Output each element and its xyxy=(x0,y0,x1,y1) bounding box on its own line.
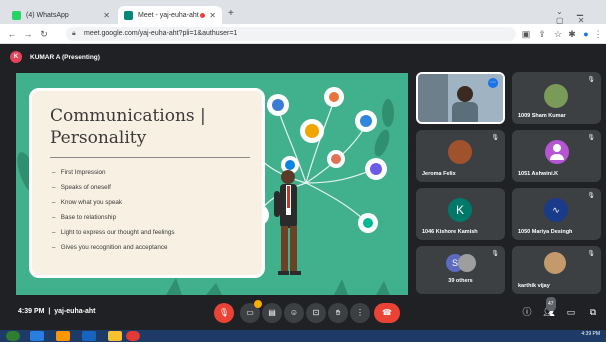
tab-label: (4) WhatsApp xyxy=(26,11,69,19)
participant-name: Jeroma Felix xyxy=(422,171,456,177)
mic-off-icon: 🎙︎ xyxy=(491,251,499,257)
participant-name: 39 others xyxy=(448,278,473,284)
participant-tile[interactable]: ∿ 🎙︎ 1050 Mariya Desingh xyxy=(512,188,601,240)
end-call-icon[interactable]: ☎︎ xyxy=(374,303,400,323)
raise-hand-icon[interactable]: ✋︎ xyxy=(328,303,348,323)
slide-bullet: – Gives you recognition and acceptance xyxy=(52,244,168,251)
back-icon[interactable]: ← xyxy=(6,28,18,40)
mic-off-icon: 🎙︎ xyxy=(587,193,595,199)
slide-bullet: – Base to relationship xyxy=(52,214,117,221)
activities-icon[interactable]: ⧉ xyxy=(586,305,600,319)
participant-name: 1051 Ashwini.K xyxy=(518,171,559,177)
address-bar: ← → ↻ 🔒︎ meet.google.com/yaj-euha-aht?pl… xyxy=(0,24,606,44)
camera-icon[interactable]: ▭ xyxy=(240,300,262,323)
participant-tile[interactable]: 🎙︎ karthik vijay xyxy=(512,246,601,294)
participant-name: 1046 Kishore Kamish xyxy=(422,229,478,235)
lock-icon: 🔒︎ xyxy=(72,30,76,37)
system-clock: 4:39 PM xyxy=(581,331,600,337)
tab-label: Meet - yaj-euha-aht xyxy=(138,11,199,19)
participant-tile-self-video[interactable]: ⋯ xyxy=(416,72,505,124)
mic-off-icon: 🎙︎ xyxy=(587,77,595,83)
participant-photo xyxy=(544,252,566,274)
share-icon[interactable]: ⇪ xyxy=(536,28,548,40)
camera-indicator-icon[interactable]: ▣ xyxy=(520,28,532,40)
separator: | xyxy=(48,308,51,315)
mic-off-icon: 🎙︎ xyxy=(491,135,499,141)
tab-whatsapp[interactable]: (4) WhatsApp ✕ xyxy=(6,6,116,24)
participant-name: 1009 Sham Kumar xyxy=(518,113,566,119)
app-taskbar-icon[interactable] xyxy=(82,331,96,341)
mic-off-icon: 🎙︎ xyxy=(587,251,595,257)
extensions-icon[interactable]: ✱ xyxy=(566,28,578,40)
participant-photo xyxy=(544,84,568,108)
reload-icon[interactable]: ↻ xyxy=(38,28,50,40)
slide-divider xyxy=(50,157,250,158)
tab-meet[interactable]: Meet - yaj-euha-aht ✕ xyxy=(118,6,222,24)
participant-avatar: K xyxy=(448,198,472,222)
new-tab-button[interactable]: + xyxy=(228,8,234,19)
url-field[interactable]: 🔒︎ meet.google.com/yaj-euha-aht?pli=1&au… xyxy=(66,27,516,41)
warning-badge-icon xyxy=(254,300,262,308)
chat-icon[interactable]: ▭ xyxy=(564,305,578,319)
meeting-code: yaj-euha-aht xyxy=(54,308,96,315)
profile-icon[interactable]: ● xyxy=(580,28,592,40)
info-icon[interactable]: ⓘ xyxy=(520,305,534,319)
mic-off-icon[interactable]: 🎙︎ xyxy=(214,303,234,323)
emoji-icon[interactable]: ☺ xyxy=(284,303,304,323)
menu-icon[interactable]: ⋮ xyxy=(592,28,604,40)
browser-tab-bar: (4) WhatsApp ✕ Meet - yaj-euha-aht ✕ + ⌄… xyxy=(0,0,606,25)
participant-photo xyxy=(458,254,476,272)
participant-name: 1050 Mariya Desingh xyxy=(518,229,573,235)
meet-icon xyxy=(124,10,133,20)
slide-bullet: – Know what you speak xyxy=(52,199,123,206)
close-icon[interactable]: ✕ xyxy=(209,11,216,20)
forward-icon[interactable]: → xyxy=(22,28,34,40)
slide-title: Communications | Personality xyxy=(50,105,206,149)
more-icon[interactable]: ⋮ xyxy=(350,303,370,323)
participant-tile-others[interactable]: S 🎙︎ 39 others xyxy=(416,246,505,294)
slide-title-line-1: Communications | xyxy=(50,106,206,126)
presenter-label: K KUMAR A (Presenting) xyxy=(10,50,100,64)
slide-bullet: – First Impression xyxy=(52,169,106,176)
meeting-time: 4:39 PM xyxy=(18,308,45,315)
browser-taskbar-icon[interactable] xyxy=(30,331,44,341)
participant-avatar xyxy=(545,140,569,164)
explorer-taskbar-icon[interactable] xyxy=(108,331,122,341)
close-icon[interactable]: ✕ xyxy=(103,11,110,20)
recording-dot-icon xyxy=(200,12,206,18)
audio-wave-icon: ∿ xyxy=(544,198,568,222)
slide-bullet: – Light to express our thought and feeli… xyxy=(52,229,175,236)
people-icon[interactable]: 👥︎ 47 xyxy=(542,297,556,319)
participant-photo xyxy=(448,140,472,164)
participant-tile[interactable]: 🎙︎ Jeroma Felix xyxy=(416,130,505,182)
mic-off-icon: 🎙︎ xyxy=(587,135,595,141)
participant-name: karthik vijay xyxy=(518,283,550,289)
chrome-icon[interactable] xyxy=(126,331,140,341)
window-controls[interactable]: ⌄ ▁ ▢ ✕ xyxy=(556,7,606,25)
folder-taskbar-icon[interactable] xyxy=(56,331,70,341)
url-text: meet.google.com/yaj-euha-aht?pli=1&authu… xyxy=(84,30,238,37)
participant-tile[interactable]: K 1046 Kishore Kamish xyxy=(416,188,505,240)
start-icon[interactable] xyxy=(6,331,20,341)
participant-tile[interactable]: 🎙︎ 1009 Sham Kumar xyxy=(512,72,601,124)
participant-tile[interactable]: 🎙︎ 1051 Ashwini.K xyxy=(512,130,601,182)
participant-count-badge: 47 xyxy=(546,297,556,311)
presenter-name: KUMAR A (Presenting) xyxy=(30,53,100,61)
whatsapp-icon xyxy=(12,10,21,20)
slide-title-line-2: Personality xyxy=(50,128,147,148)
captions-icon[interactable]: ▤ xyxy=(262,303,282,323)
slide-bullet: – Speaks of oneself xyxy=(52,184,111,191)
meeting-info: 4:39 PM | yaj-euha-aht xyxy=(18,308,95,315)
audio-level-icon: ⋯ xyxy=(488,78,498,88)
presenter-avatar: K xyxy=(10,51,22,63)
present-icon[interactable]: ⊡ xyxy=(306,303,326,323)
bookmark-star-icon[interactable]: ☆ xyxy=(552,28,564,40)
